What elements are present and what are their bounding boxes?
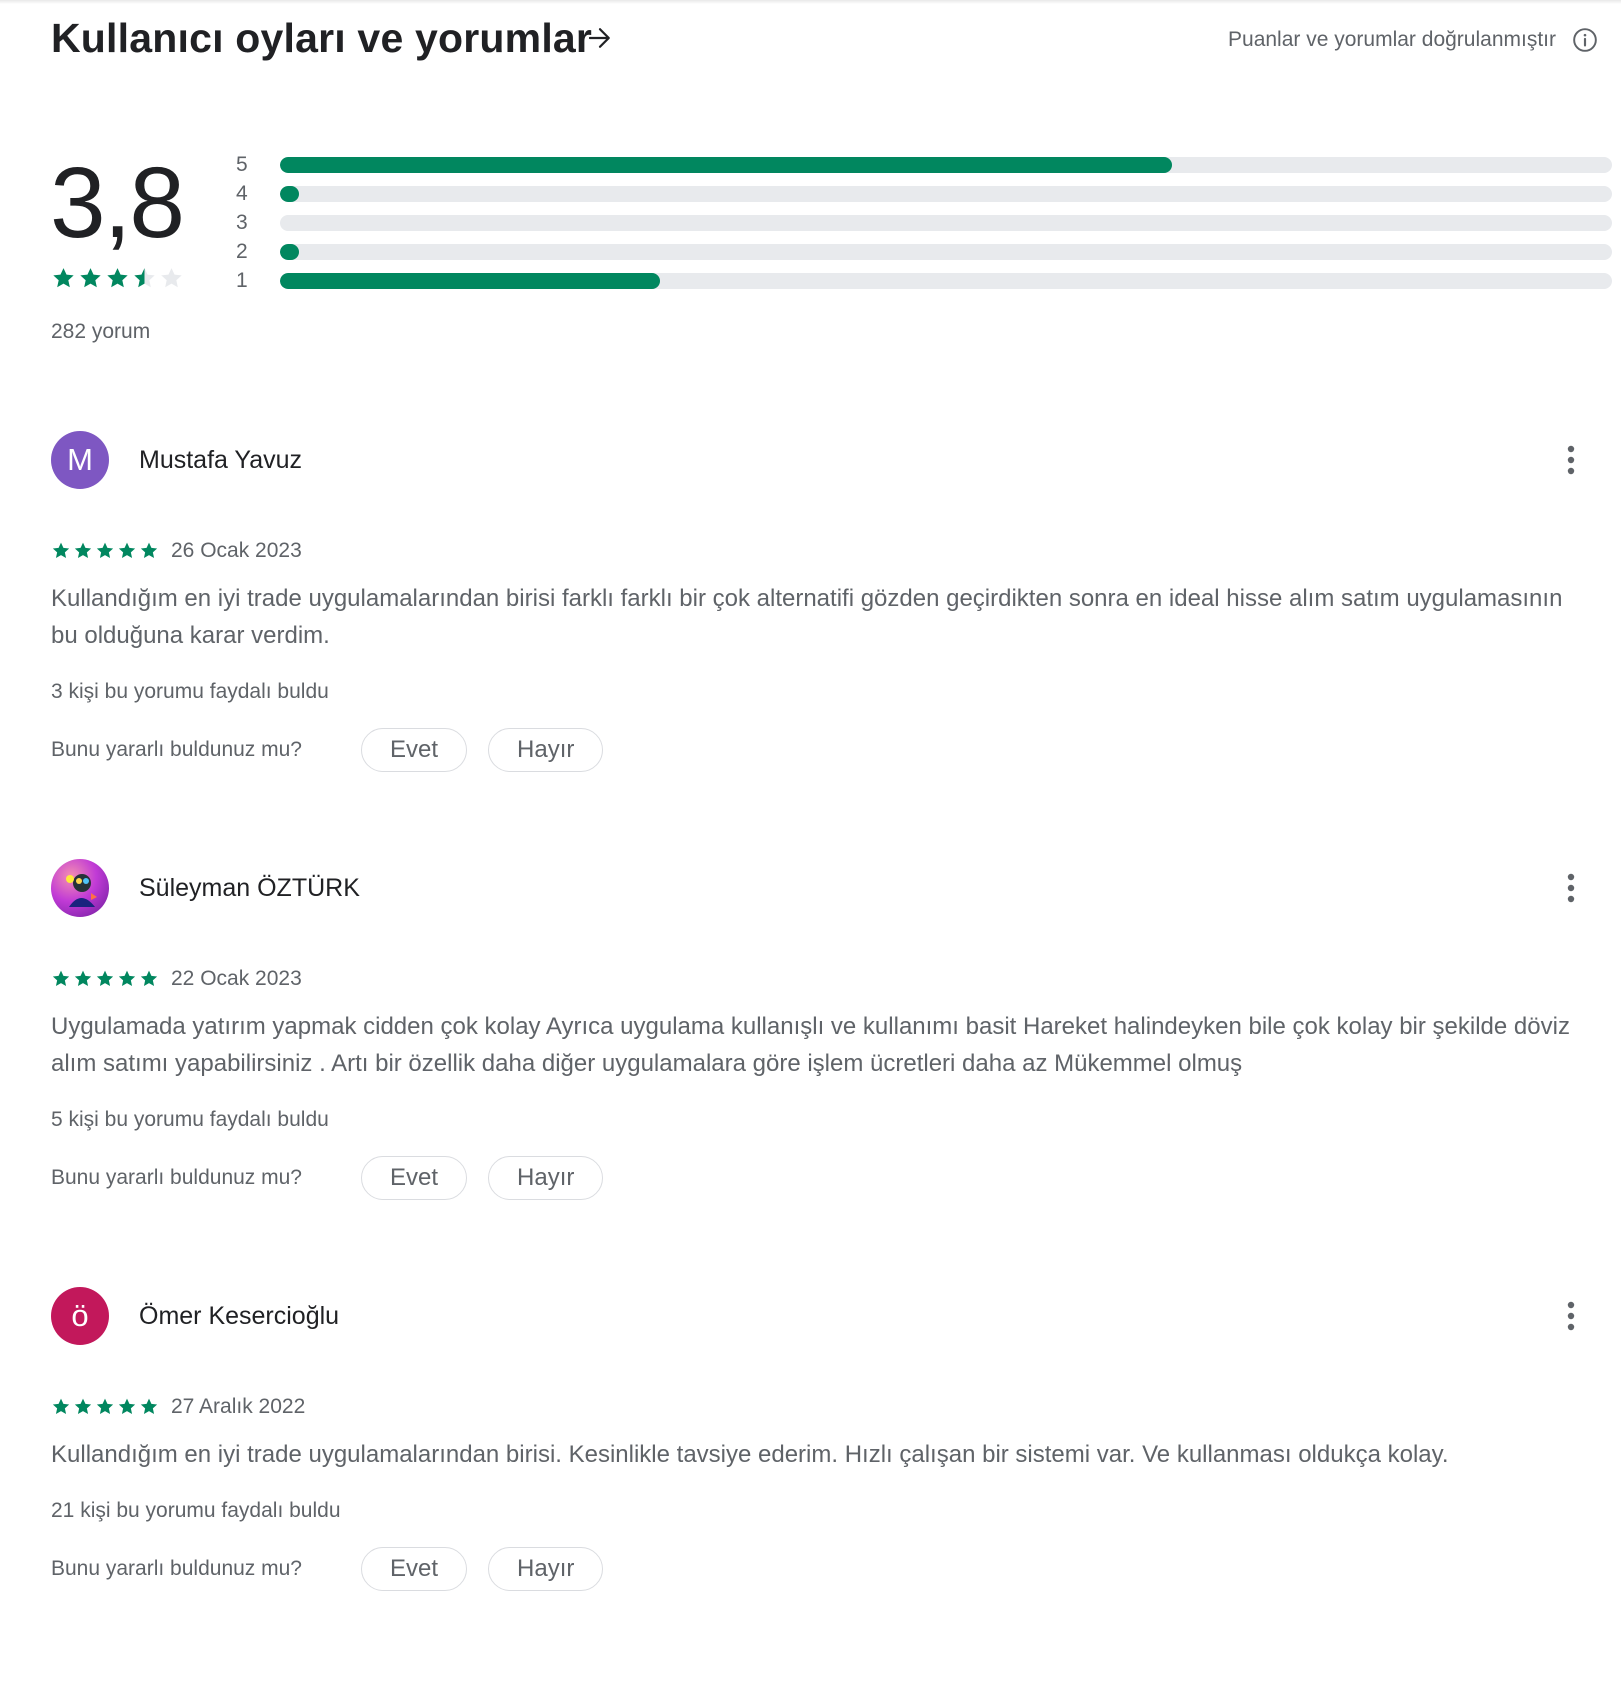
review-text: Kullandığım en iyi trade uygulamalarında…	[51, 1441, 1449, 1468]
helpful-count: 21 kişi bu yorumu faydalı buldu	[51, 1499, 341, 1522]
histogram-bar-4	[280, 185, 299, 202]
histogram-track	[280, 243, 1612, 260]
review-count: 282 yorum	[51, 320, 151, 343]
review-date: 22 Ocak 2023	[171, 967, 302, 990]
star-icon	[140, 970, 158, 986]
more-vert-icon	[1567, 445, 1575, 475]
helpful-yes-button[interactable]: Evet	[361, 1156, 468, 1200]
helpful-no-button[interactable]: Hayır	[488, 1547, 604, 1591]
histogram-track	[280, 156, 1612, 173]
review-more-options-button[interactable]	[1551, 1296, 1591, 1336]
helpful-no-button[interactable]: Hayır	[488, 1156, 604, 1200]
average-rating-stars	[51, 266, 184, 291]
top-shadow	[0, 0, 1621, 4]
histogram-bar-1	[280, 272, 660, 289]
review-meta: 22 Ocak 2023	[51, 964, 1591, 994]
histogram-row-3: 3	[236, 208, 1614, 237]
feedback-question: Bunu yararlı buldunuz mu?	[51, 1557, 302, 1580]
feedback-row: Bunu yararlı buldunuz mu? Evet Hayır	[51, 1156, 1591, 1200]
star-icon	[74, 970, 92, 986]
see-all-reviews-button[interactable]	[582, 20, 618, 56]
reviewer-name: Mustafa Yavuz	[139, 446, 303, 474]
helpful-count: 3 kişi bu yorumu faydalı buldu	[51, 680, 329, 703]
review-meta: 27 Aralık 2022	[51, 1392, 1591, 1422]
more-vert-icon	[1567, 873, 1575, 903]
histogram-label: 3	[236, 211, 248, 234]
review-card: Süleyman ÖZTÜRK 22 Ocak 2023 Uygulamada ya…	[51, 858, 1591, 1200]
review-more-options-button[interactable]	[1551, 440, 1591, 480]
histogram-label: 1	[236, 269, 248, 292]
histogram-label: 4	[236, 182, 248, 205]
review-text: Kullandığım en iyi trade uygulamalarında…	[51, 585, 1563, 649]
feedback-row: Bunu yararlı buldunuz mu? Evet Hayır	[51, 1547, 1591, 1591]
histogram-label: 2	[236, 240, 248, 263]
star-icon	[118, 1398, 136, 1414]
star-icon	[96, 970, 114, 986]
review-text: Uygulamada yatırım yapmak cidden çok kol…	[51, 1013, 1570, 1077]
review-header: ö Ömer Kesercioğlu	[51, 1286, 1591, 1346]
avatar: M	[51, 431, 109, 489]
histogram-row-2: 2	[236, 237, 1614, 266]
helpful-yes-button[interactable]: Evet	[361, 728, 468, 772]
star-icon	[140, 542, 158, 558]
review-more-options-button[interactable]	[1551, 868, 1591, 908]
histogram-track	[280, 272, 1612, 289]
review-card: M Mustafa Yavuz 26 Ocak 2023 Kullandığım en…	[51, 430, 1591, 772]
more-vert-icon	[1567, 1301, 1575, 1331]
histogram-row-5: 5	[236, 150, 1614, 179]
reviewer-name: Ömer Kesercioğlu	[139, 1302, 340, 1330]
review-header: Süleyman ÖZTÜRK	[51, 858, 1591, 918]
profile-picture-icon	[66, 874, 97, 907]
helpful-yes-button[interactable]: Evet	[361, 1547, 468, 1591]
verified-notice: Puanlar ve yorumlar doğrulanmıştır	[1228, 28, 1556, 51]
histogram-track	[280, 214, 1612, 231]
ratings-reviews-page: Kullanıcı oyları ve yorumlar Puanlar ve …	[0, 0, 1621, 1683]
review-stars	[51, 969, 159, 989]
review-card: ö Ömer Kesercioğlu 27 Aralık 2022 Kullandığ…	[51, 1286, 1591, 1591]
histogram-label: 5	[236, 153, 248, 176]
star-icon	[118, 542, 136, 558]
review-stars	[51, 541, 159, 561]
star-icon	[134, 268, 155, 288]
histogram-row-1: 1	[236, 266, 1614, 295]
star-icon	[74, 1398, 92, 1414]
star-icon	[74, 542, 92, 558]
avatar	[51, 859, 109, 917]
star-icon	[107, 268, 128, 288]
review-date: 27 Aralık 2022	[171, 1395, 306, 1418]
star-icon	[96, 1398, 114, 1414]
star-icon	[161, 268, 182, 288]
info-icon	[1573, 28, 1597, 52]
avatar: ö	[51, 1287, 109, 1345]
histogram-row-4: 4	[236, 179, 1614, 208]
review-date: 26 Ocak 2023	[171, 539, 302, 562]
review-stars	[51, 1397, 159, 1417]
star-icon	[96, 542, 114, 558]
histogram-bar-5	[280, 156, 1173, 173]
review-header: M Mustafa Yavuz	[51, 430, 1591, 490]
star-icon	[52, 1398, 70, 1414]
review-meta: 26 Ocak 2023	[51, 536, 1591, 566]
feedback-question: Bunu yararlı buldunuz mu?	[51, 1166, 302, 1189]
star-icon	[140, 1398, 158, 1414]
average-rating: 3,8	[50, 147, 185, 259]
star-icon	[53, 268, 74, 288]
star-icon	[52, 970, 70, 986]
helpful-no-button[interactable]: Hayır	[488, 728, 604, 772]
star-icon	[52, 542, 70, 558]
section-title: Kullanıcı oyları ve yorumlar	[51, 15, 593, 61]
histogram-track	[280, 185, 1612, 202]
star-icon	[118, 970, 136, 986]
arrow-right-icon	[588, 28, 610, 48]
rating-histogram: 5 4 3 2 1	[236, 150, 1614, 295]
helpful-count: 5 kişi bu yorumu faydalı buldu	[51, 1108, 329, 1131]
reviewer-name: Süleyman ÖZTÜRK	[139, 874, 360, 902]
feedback-row: Bunu yararlı buldunuz mu? Evet Hayır	[51, 728, 1591, 772]
info-button[interactable]	[1571, 26, 1599, 54]
star-icon	[80, 268, 101, 288]
histogram-bar-2	[280, 243, 299, 260]
feedback-question: Bunu yararlı buldunuz mu?	[51, 738, 302, 761]
